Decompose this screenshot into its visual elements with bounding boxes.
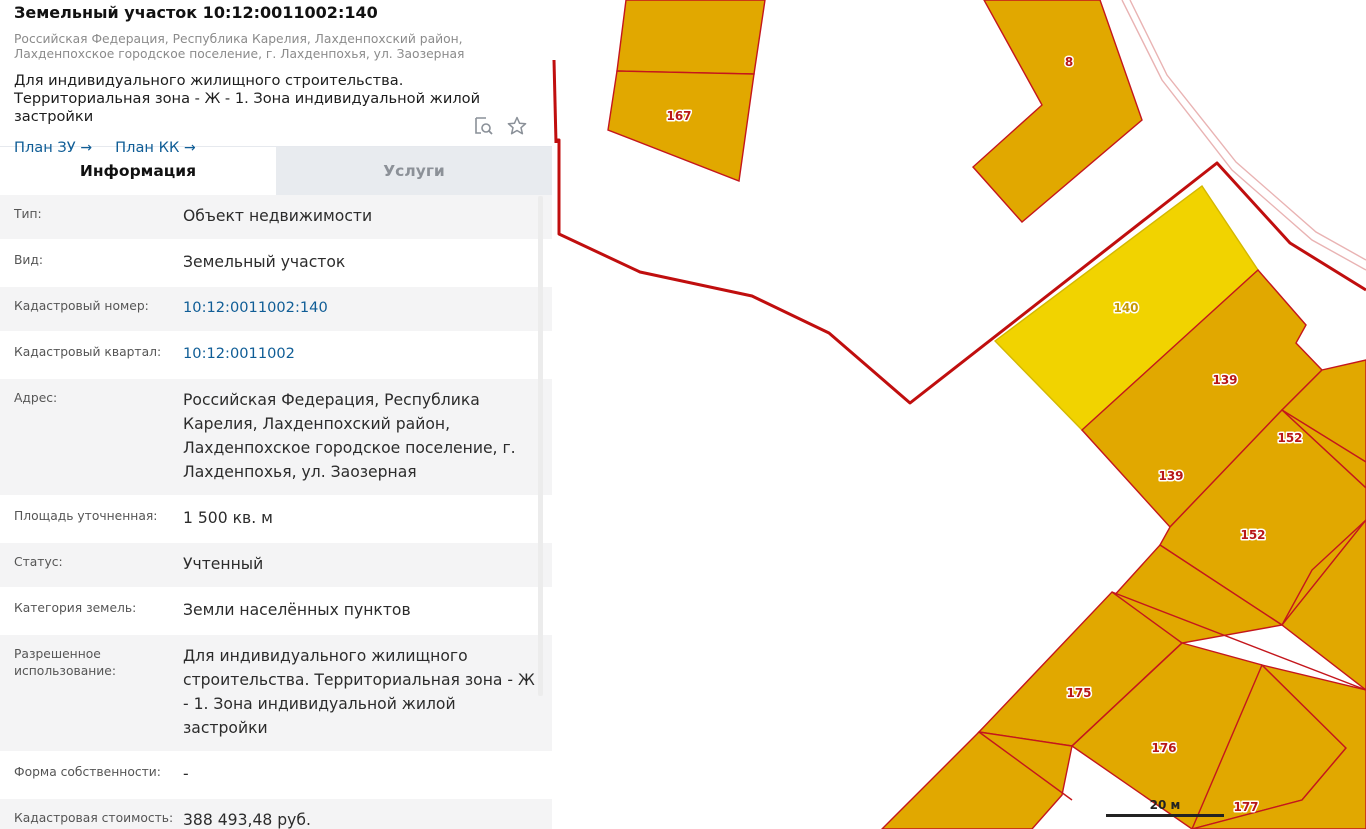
map-canvas[interactable]: 167 8 140 139 139 152 152 175 176 177	[552, 0, 1366, 829]
info-panel: Земельный участок 10:12:0011002:140 Росс…	[0, 0, 552, 829]
map-scale: 20 м	[1106, 797, 1224, 817]
arrow-right-icon: →	[183, 140, 196, 156]
info-row-value: Земли населённых пунктов	[183, 601, 411, 619]
plot-8[interactable]	[972, 0, 1143, 223]
plot-top[interactable]	[616, 0, 766, 75]
plot-label-152: 152	[1240, 528, 1265, 542]
info-row-label: Категория земель:	[14, 601, 137, 615]
plan-kk-label: План КК	[115, 139, 180, 156]
star-icon[interactable]	[506, 115, 528, 137]
plot-label-176: 176	[1151, 741, 1176, 755]
info-row: Площадь уточненная: 1 500 кв. м	[0, 497, 552, 543]
info-row-label: Кадастровый квартал:	[14, 345, 162, 359]
header-address: Российская Федерация, Республика Карелия…	[14, 32, 465, 61]
info-row-link[interactable]: 10:12:0011002	[183, 342, 552, 366]
plot-label-175: 175	[1066, 686, 1091, 700]
plot-167[interactable]	[607, 70, 755, 182]
plot-bottom-left[interactable]	[881, 731, 1073, 829]
info-row: Тип: Объект недвижимости	[0, 195, 552, 241]
plan-kk-link[interactable]: План КК →	[115, 139, 196, 156]
info-row-link[interactable]: 10:12:0011002:140	[183, 296, 552, 320]
plan-zu-link[interactable]: План ЗУ →	[14, 139, 92, 156]
info-row-value: -	[183, 765, 189, 783]
info-row-label: Форма собственности:	[14, 765, 161, 779]
arrow-right-icon: →	[80, 140, 93, 156]
plot-label-140: 140	[1113, 301, 1138, 315]
info-row-label: Адрес:	[14, 391, 58, 405]
info-row-label: Кадастровая стоимость:	[14, 811, 174, 825]
info-row-label: Разрешенное использование:	[14, 647, 117, 678]
info-row-value: 388 493,48 руб.	[183, 811, 311, 829]
plot-label-177: 177	[1233, 800, 1258, 814]
map-view[interactable]: 167 8 140 139 139 152 152 175 176 177 20 м	[552, 0, 1366, 829]
info-row: Категория земель: Земли населённых пункто…	[0, 589, 552, 635]
info-row-value: 1 500 кв. м	[183, 509, 273, 527]
info-row: Кадастровая стоимость: 388 493,48 руб.	[0, 799, 552, 829]
info-row-value: Российская Федерация, Республика Карелия…	[183, 391, 516, 481]
info-row-label: Вид:	[14, 253, 44, 267]
panel-scrollbar[interactable]	[538, 196, 543, 696]
info-row: Кадастровый квартал: 10:12:0011002	[0, 333, 552, 379]
info-row: Вид: Земельный участок	[0, 241, 552, 287]
plot-label-139: 139	[1212, 373, 1237, 387]
info-row-value: Учтенный	[183, 555, 264, 573]
scale-label: 20 м	[1149, 798, 1181, 812]
plot-label-8: 8	[1065, 55, 1073, 69]
plot-label-152: 152	[1277, 431, 1302, 445]
quarter-border	[552, 59, 558, 144]
scale-bar	[1106, 814, 1224, 817]
plan-links: План ЗУ → План КК →	[14, 137, 538, 157]
info-row-value: Земельный участок	[183, 253, 346, 271]
info-row: Адрес: Российская Федерация, Республика К…	[0, 379, 552, 497]
plot-label-167: 167	[666, 109, 691, 123]
info-row: Форма собственности: -	[0, 753, 552, 799]
info-row: Статус: Учтенный	[0, 543, 552, 589]
info-row-value: Для индивидуального жилищного строительс…	[183, 647, 535, 737]
header-usage: Для индивидуального жилищного строительс…	[14, 72, 481, 125]
search-document-icon[interactable]	[472, 115, 494, 137]
info-row-value: Объект недвижимости	[183, 207, 373, 225]
plot-label-139: 139	[1158, 469, 1183, 483]
info-row-label: Кадастровый номер:	[14, 299, 149, 313]
info-row: Кадастровый номер: 10:12:0011002:140	[0, 287, 552, 333]
info-row-label: Тип:	[14, 207, 42, 221]
panel-header: Земельный участок 10:12:0011002:140 Росс…	[0, 0, 552, 156]
info-row: Разрешенное использование: Для индивидуал…	[0, 635, 552, 753]
info-row-label: Статус:	[14, 555, 63, 569]
page-title: Земельный участок 10:12:0011002:140	[14, 3, 378, 22]
info-rows: Тип: Объект недвижимости Вид: Земельный уча…	[0, 195, 552, 829]
plan-zu-label: План ЗУ	[14, 139, 76, 156]
info-row-label: Площадь уточненная:	[14, 509, 158, 523]
header-actions	[472, 115, 528, 137]
